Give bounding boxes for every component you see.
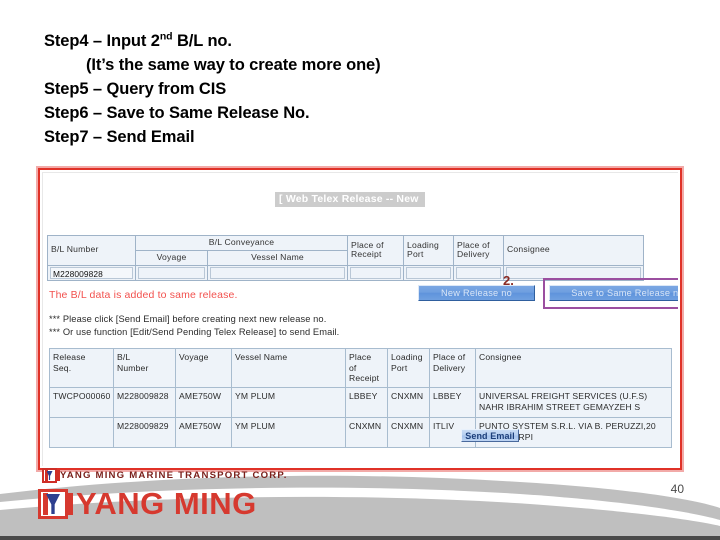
entry-col-place-of-receipt: Place of Receipt	[347, 235, 405, 266]
result-table-body: TWCPO00060 M228009828 AME750W YM PLUM LBBEY C…	[49, 387, 672, 449]
result-cell-loading-port: CNXMN	[387, 417, 430, 449]
status-message: The B/L data is added to same release.	[49, 289, 238, 301]
step-line-3-text: Step6 – Save to Same Release No.	[44, 103, 310, 122]
result-col-1: B/L Number	[113, 347, 176, 389]
result-col-2: Voyage	[175, 347, 232, 389]
notes-block: *** Please click [Send Email] before cre…	[49, 313, 339, 338]
step-line-0-suffix: B/L no.	[172, 32, 232, 50]
step-line-0-superscript: nd	[159, 30, 173, 43]
new-release-no-button[interactable]: New Release no	[418, 285, 535, 301]
yang-ming-mark-icon	[38, 489, 73, 519]
step-line-3: Step6 – Save to Same Release No.	[44, 102, 604, 126]
result-col-6: Place of Delivery	[429, 347, 476, 389]
entry-cell-loading-port[interactable]	[403, 264, 455, 281]
entry-cell-voyage[interactable]	[135, 264, 208, 281]
step-line-4-text: Step7 – Send Email	[44, 127, 195, 146]
result-cell-vessel-name: YM PLUM	[231, 387, 346, 419]
result-cell-release-seq: TWCPO00060	[49, 387, 114, 419]
result-cell-bl-number: M228009828	[113, 387, 176, 419]
result-col-4: Place of Receipt	[345, 347, 388, 389]
step-line-2-text: Step5 – Query from CIS	[44, 79, 227, 98]
place-of-delivery-input[interactable]	[456, 266, 502, 279]
result-table-header-row: Release Seq. B/L Number Voyage Vessel Name P…	[49, 347, 672, 389]
entry-cell-vessel-name[interactable]	[206, 264, 349, 281]
entry-col-bl-number: B/L Number	[47, 235, 136, 266]
send-email-button[interactable]: Send Email	[461, 429, 519, 442]
result-col-0: Release Seq.	[49, 347, 114, 389]
table-row[interactable]: M228009829 AME750W YM PLUM CNXMN CNXMN ITLIV P…	[49, 417, 672, 449]
entry-col-place-of-delivery: Place of Delivery	[453, 235, 505, 266]
corp-name-line: YANG MING MARINE TRANSPORT CORP.	[42, 468, 288, 483]
result-cell-place-of-receipt: CNXMN	[345, 417, 388, 449]
corp-name-text: YANG MING MARINE TRANSPORT CORP.	[60, 470, 288, 481]
result-cell-bl-number: M228009829	[113, 417, 176, 449]
release-result-table: Release Seq. B/L Number Voyage Vessel Name P…	[49, 347, 672, 449]
entry-cell-bl-number[interactable]: M228009828	[47, 264, 136, 281]
screenshot-content: [ Web Telex Release -- New B/L Number B/…	[42, 172, 678, 466]
result-cell-consignee: UNIVERSAL FREIGHT SERVICES (U.F.S) NAHR …	[475, 387, 672, 419]
entry-table: B/L Number B/L Conveyance Place of Recei…	[47, 235, 645, 281]
page-number: 40	[670, 482, 684, 496]
entry-col-place-of-receipt-label: Place of Receipt	[351, 239, 384, 260]
note-line-1: *** Or use function [Edit/Send Pending T…	[49, 326, 340, 337]
entry-col-voyage: Voyage	[135, 249, 208, 266]
result-cell-place-of-delivery: LBBEY	[429, 387, 476, 419]
screenshot-frame: [ Web Telex Release -- New B/L Number B/…	[38, 168, 682, 470]
result-col-5: Loading Port	[387, 347, 430, 389]
step-line-2: Step5 – Query from CIS	[44, 78, 604, 102]
step-line-1-text: (It’s the same way to create more one)	[86, 55, 381, 74]
entry-col-vessel-name: Vessel Name	[206, 249, 349, 266]
slide-canvas: Step4 – Input 2nd B/L no. (It’s the same …	[0, 0, 720, 540]
yang-ming-logo: YANG MING	[38, 486, 257, 522]
result-col-3: Vessel Name	[231, 347, 346, 389]
step-line-4: Step7 – Send Email	[44, 126, 604, 150]
yang-ming-logo-text: YANG MING	[76, 486, 257, 521]
entry-col-loading-port: Loading Port	[403, 235, 455, 266]
entry-table-header-row-1: B/L Number B/L Conveyance Place of Recei…	[47, 235, 645, 266]
footer-rule	[0, 536, 720, 540]
voyage-input[interactable]	[138, 266, 205, 279]
place-of-receipt-input[interactable]	[350, 266, 402, 279]
note-line-0: *** Please click [Send Email] before cre…	[49, 314, 327, 324]
entry-cell-place-of-receipt[interactable]	[347, 264, 405, 281]
result-cell-vessel-name: YM PLUM	[231, 417, 346, 449]
table-row[interactable]: TWCPO00060 M228009828 AME750W YM PLUM LBBEY C…	[49, 387, 672, 419]
highlight-annotation-box	[543, 278, 678, 309]
entry-col-loading-port-label: Loading Port	[407, 239, 440, 260]
entry-cell-place-of-delivery[interactable]	[453, 264, 505, 281]
step-line-0-text: Step4 – Input 2	[44, 32, 160, 50]
entry-col-consignee: Consignee	[503, 235, 645, 266]
result-cell-release-seq	[49, 417, 114, 449]
result-cell-place-of-receipt: LBBEY	[345, 387, 388, 419]
entry-col-conveyance: B/L Conveyance	[134, 235, 349, 251]
result-col-7: Consignee	[475, 347, 672, 389]
result-cell-voyage: AME750W	[175, 417, 232, 449]
yang-ming-small-logo-icon	[42, 468, 57, 483]
step-line-1: (It’s the same way to create more one)	[44, 54, 604, 78]
page-title-badge: [ Web Telex Release -- New	[275, 192, 425, 207]
result-cell-voyage: AME750W	[175, 387, 232, 419]
result-cell-loading-port: CNXMN	[387, 387, 430, 419]
bl-number-input[interactable]: M228009828	[50, 266, 133, 279]
step-line-0: Step4 – Input 2nd B/L no.	[44, 30, 604, 54]
vessel-name-input[interactable]	[210, 266, 346, 279]
step-list: Step4 – Input 2nd B/L no. (It’s the same …	[44, 30, 604, 150]
loading-port-input[interactable]	[406, 266, 452, 279]
consignee-input[interactable]	[506, 266, 642, 279]
entry-col-place-of-delivery-label: Place of Delivery	[457, 239, 490, 260]
